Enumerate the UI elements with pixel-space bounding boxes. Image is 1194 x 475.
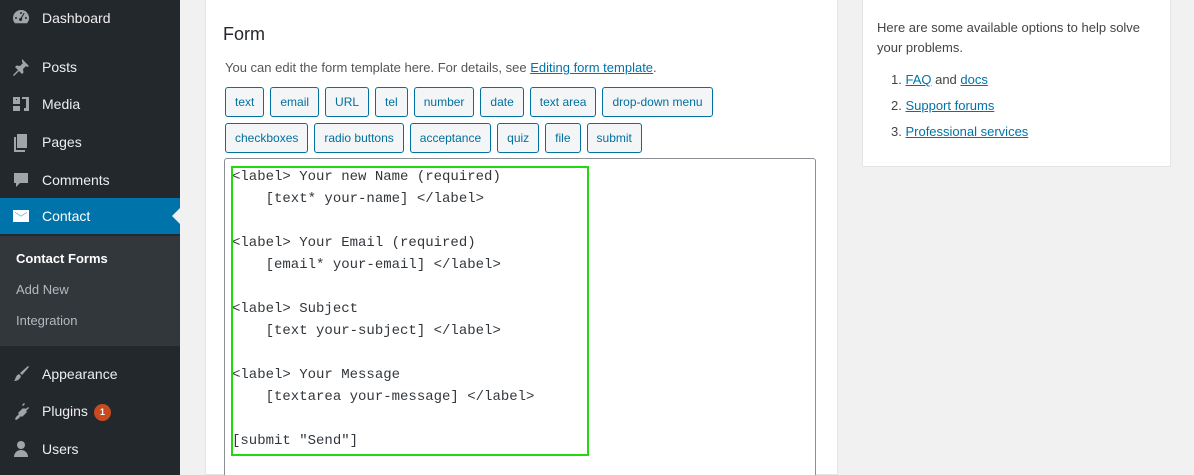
- menu-label: Posts: [42, 59, 78, 75]
- tag-button-text-area[interactable]: text area: [529, 87, 597, 117]
- form-panel: Form You can edit the form template here…: [205, 0, 838, 475]
- tag-button-radio-buttons[interactable]: radio buttons: [314, 123, 404, 153]
- menu-item-contact[interactable]: Contact: [0, 198, 180, 234]
- tag-button-date[interactable]: date: [480, 87, 524, 117]
- menu-label: Appearance: [42, 366, 118, 382]
- editing-form-template-link[interactable]: Editing form template: [530, 60, 653, 75]
- menu-item-media[interactable]: Media: [0, 86, 180, 122]
- code-line: [submit "Send"]: [232, 433, 359, 449]
- menu-label: Comments: [42, 172, 110, 188]
- users-icon: [0, 431, 42, 467]
- submenu-item-integration[interactable]: Integration: [16, 313, 77, 328]
- help-item-professional-services: 3. Professional services: [891, 124, 1028, 150]
- form-description-text: You can edit the form template here. For…: [225, 60, 531, 75]
- help-item-number: 1.: [891, 72, 902, 87]
- code-line: [text* your-name] </label>: [232, 191, 485, 207]
- menu-item-comments[interactable]: Comments: [0, 162, 180, 198]
- support-forums-link[interactable]: Support forums: [905, 98, 994, 113]
- tag-button-tel[interactable]: tel: [375, 87, 408, 117]
- menu-label: Users: [42, 441, 79, 457]
- code-line: [email* your-email] </label>: [232, 257, 501, 273]
- docs-link[interactable]: docs: [960, 72, 987, 87]
- help-item-number: 2.: [891, 98, 902, 113]
- tag-button-number[interactable]: number: [413, 87, 475, 117]
- help-item-number: 3.: [891, 124, 902, 139]
- update-count-badge: 1: [93, 403, 111, 421]
- help-item-faq-docs: 1. FAQ and docs: [891, 72, 1028, 98]
- comment-icon: [0, 162, 42, 198]
- code-line: <label> Subject: [232, 301, 359, 317]
- form-template-code: <label> Your new Name (required) [text* …: [232, 166, 534, 452]
- help-intro-text: Here are some available options to help …: [877, 20, 1141, 55]
- code-line: [textarea your-message] </label>: [232, 389, 535, 405]
- envelope-icon: [0, 198, 42, 234]
- code-line: <label> Your Email (required): [232, 235, 476, 251]
- contact-submenu: Contact Forms Add New Integration: [0, 236, 180, 346]
- paintbrush-icon: [0, 356, 42, 392]
- form-description-suffix: .: [653, 60, 657, 75]
- dashboard-icon: [0, 0, 42, 36]
- menu-label: Media: [42, 96, 81, 112]
- menu-item-posts[interactable]: Posts: [0, 49, 180, 85]
- form-title: Form: [223, 24, 265, 44]
- submenu-item-add-new[interactable]: Add New: [16, 282, 69, 297]
- tag-button-checkboxes[interactable]: checkboxes: [225, 123, 309, 153]
- menu-item-plugins[interactable]: Plugins 1: [0, 393, 180, 429]
- menu-label: Contact: [42, 208, 91, 224]
- tag-generator-row-1: text email URL tel number date text area…: [225, 87, 713, 117]
- tag-button-text[interactable]: text: [225, 87, 265, 117]
- tag-generator-row-2: checkboxes radio buttons acceptance quiz…: [225, 123, 642, 153]
- menu-label: Plugins 1: [42, 402, 111, 421]
- menu-label: Pages: [42, 134, 82, 150]
- tag-button-email[interactable]: email: [270, 87, 320, 117]
- menu-label-text: Plugins: [42, 402, 88, 419]
- help-box: Here are some available options to help …: [862, 0, 1171, 167]
- tag-button-submit[interactable]: submit: [586, 123, 642, 153]
- faq-link[interactable]: FAQ: [905, 72, 931, 87]
- help-item-support-forums: 2. Support forums: [891, 98, 1028, 124]
- help-options-list: 1. FAQ and docs 2. Support forums 3. Pro…: [891, 72, 1028, 150]
- pushpin-icon: [0, 49, 42, 85]
- code-line: <label> Your new Name (required): [232, 169, 501, 185]
- tag-button-quiz[interactable]: quiz: [497, 123, 540, 153]
- form-template-editor[interactable]: <label> Your new Name (required) [text* …: [224, 158, 816, 475]
- submenu-item-contact-forms[interactable]: Contact Forms: [16, 251, 108, 266]
- tag-button-url[interactable]: URL: [325, 87, 370, 117]
- code-line: [text your-subject] </label>: [232, 323, 501, 339]
- tag-button-file[interactable]: file: [545, 123, 581, 153]
- admin-sidebar: Dashboard Posts Media Pages Comments Con…: [0, 0, 180, 475]
- menu-item-appearance[interactable]: Appearance: [0, 356, 180, 392]
- plugin-icon: [0, 393, 42, 429]
- menu-item-pages[interactable]: Pages: [0, 124, 180, 160]
- pages-icon: [0, 124, 42, 160]
- menu-item-users[interactable]: Users: [0, 431, 180, 467]
- media-icon: [0, 86, 42, 122]
- code-line: <label> Your Message: [232, 367, 401, 383]
- help-item-conjunction: and: [931, 72, 961, 87]
- tag-button-drop-down-menu[interactable]: drop-down menu: [602, 87, 713, 117]
- tag-button-acceptance[interactable]: acceptance: [409, 123, 492, 153]
- menu-label: Dashboard: [42, 10, 111, 26]
- professional-services-link[interactable]: Professional services: [905, 124, 1028, 139]
- menu-item-dashboard[interactable]: Dashboard: [0, 0, 180, 36]
- form-description: You can edit the form template here. For…: [225, 60, 657, 75]
